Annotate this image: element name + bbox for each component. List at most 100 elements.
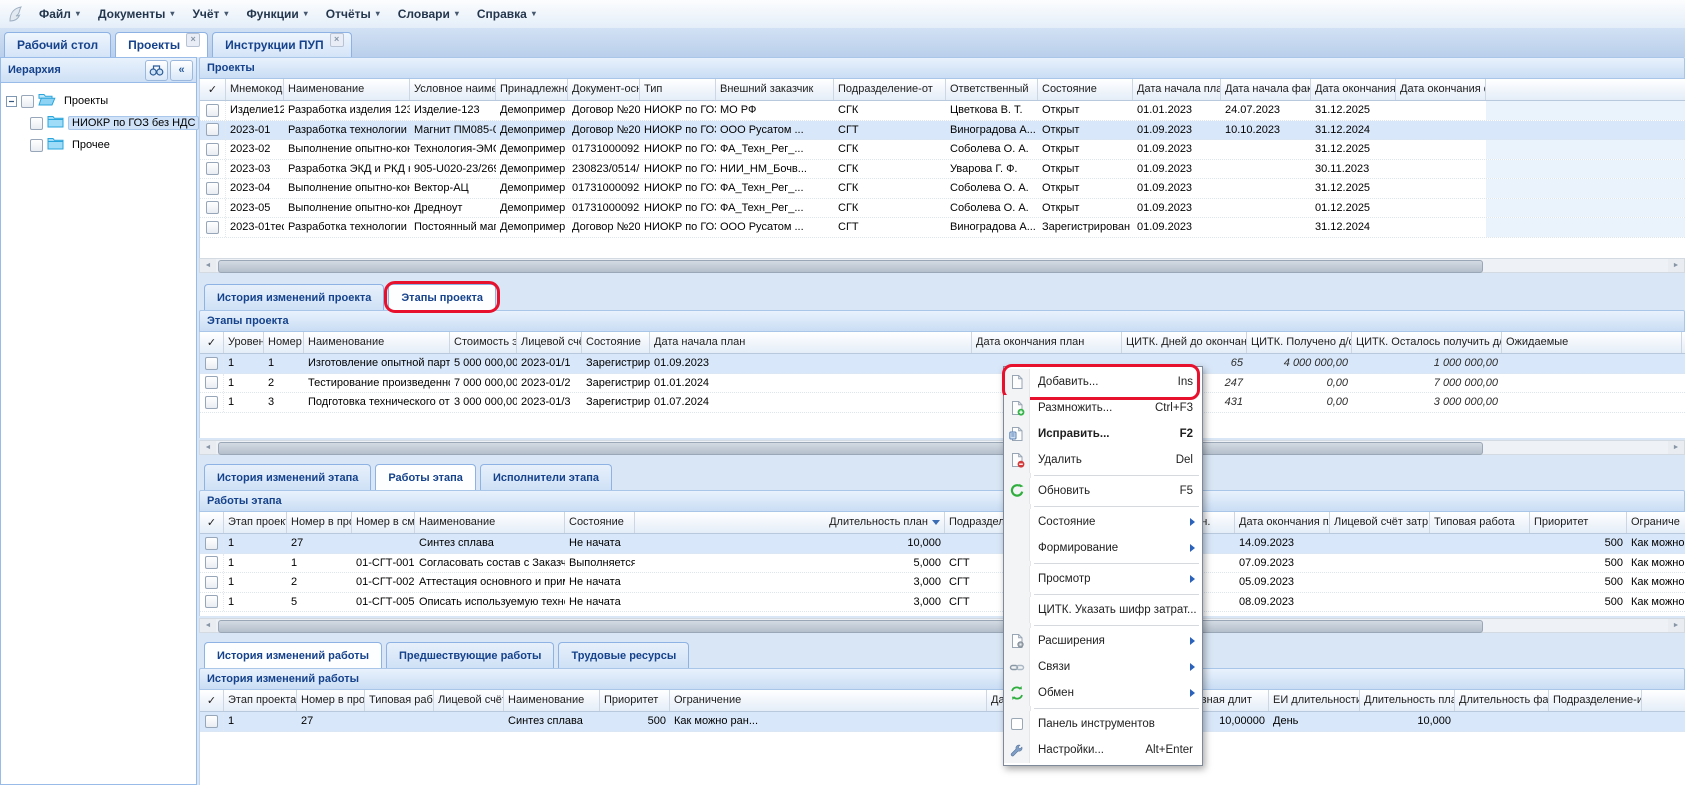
column-header[interactable]: Наименование <box>415 512 565 533</box>
column-header[interactable]: Состояние <box>582 332 650 353</box>
table-row[interactable]: Изделие123Разработка изделия 123Изделие-… <box>200 101 1685 121</box>
menu-item-2[interactable]: Исправить...F2 <box>1004 421 1202 447</box>
horizontal-scrollbar[interactable]: ◄► <box>199 258 1685 273</box>
column-header[interactable]: Стоимость этапа <box>450 332 517 353</box>
column-header[interactable]: Этап проекта <box>224 690 297 711</box>
tree-checkbox[interactable] <box>21 95 34 108</box>
scroll-left-button[interactable]: ◄ <box>200 441 216 454</box>
menu-item-7[interactable]: Состояние <box>1004 509 1202 535</box>
menu-item-19[interactable]: Настройки...Alt+Enter <box>1004 737 1202 763</box>
menu-item-14[interactable]: Расширения <box>1004 628 1202 654</box>
column-header[interactable]: Внешний заказчик <box>716 79 834 100</box>
menu-item-1[interactable]: Размножить...Ctrl+F3 <box>1004 395 1202 421</box>
menubar-item-3[interactable]: Функции▾ <box>237 3 316 25</box>
column-header[interactable]: Документ-основан <box>568 79 640 100</box>
column-header[interactable]: Номер в проекте <box>287 512 352 533</box>
column-header[interactable]: Типовая работа <box>365 690 434 711</box>
project-subtab-1[interactable]: Этапы проекта <box>388 284 496 310</box>
column-header[interactable]: Приоритет <box>1530 512 1627 533</box>
row-checkbox[interactable] <box>206 104 219 117</box>
column-header[interactable]: Лицевой счёт затрат. <box>517 332 582 353</box>
tree-expander-icon[interactable] <box>6 96 17 107</box>
stage-subtab-0[interactable]: История изменений этапа <box>204 464 371 490</box>
row-checkbox[interactable] <box>205 376 218 389</box>
column-header[interactable]: Подразделение-ис <box>1549 690 1642 711</box>
column-header[interactable]: Дата окончания план <box>1235 512 1330 533</box>
scroll-right-button[interactable]: ► <box>1668 619 1684 632</box>
table-row[interactable]: 1201-СГТ-002Аттестация основного и приме… <box>200 573 1685 593</box>
scroll-left-button[interactable]: ◄ <box>200 619 216 632</box>
column-header[interactable]: Ограниче <box>1627 512 1685 533</box>
menubar-item-6[interactable]: Справка▾ <box>468 3 545 25</box>
scrollbar-thumb[interactable] <box>218 442 1483 455</box>
row-checkbox[interactable] <box>206 182 219 195</box>
column-header[interactable]: Дата окончания ф <box>1396 79 1486 100</box>
column-header[interactable]: Состояние <box>1038 79 1133 100</box>
column-header[interactable]: Дата окончания пл <box>1311 79 1396 100</box>
column-header[interactable]: Лицевой счёт затр <box>434 690 504 711</box>
row-checkbox[interactable] <box>206 123 219 136</box>
stage-subtab-2[interactable]: Исполнители этапа <box>480 464 612 490</box>
table-row[interactable]: 13Подготовка технического отчета с ...3 … <box>200 393 1685 413</box>
scroll-right-button[interactable]: ► <box>1668 259 1684 272</box>
table-row[interactable]: 11Изготовление опытной партии ПМ0...5 00… <box>200 354 1685 374</box>
tree-item[interactable]: НИОКР по ГОЗ без НДС <box>1 112 196 134</box>
tab-close-icon[interactable]: × <box>186 33 200 47</box>
column-header[interactable]: Приоритет <box>600 690 670 711</box>
menubar-item-2[interactable]: Учёт▾ <box>183 3 237 25</box>
menubar-item-5[interactable]: Словари▾ <box>389 3 468 25</box>
column-header[interactable]: Ожидаемые <box>1502 332 1682 353</box>
column-header[interactable]: Принадлежность <box>496 79 568 100</box>
column-header[interactable]: Длительность пла <box>1360 690 1455 711</box>
column-header[interactable]: Состояние <box>565 512 635 533</box>
select-column-header[interactable]: ✓ <box>200 512 224 533</box>
column-header[interactable]: Дата окончания план <box>972 332 1122 353</box>
column-header[interactable]: Ответственный <box>946 79 1038 100</box>
stage-subtab-1[interactable]: Работы этапа <box>375 464 476 490</box>
main-tab-0[interactable]: Рабочий стол <box>4 32 111 57</box>
menu-item-8[interactable]: Формирование <box>1004 535 1202 561</box>
menubar-item-4[interactable]: Отчёты▾ <box>317 3 389 25</box>
menu-item-3[interactable]: УдалитьDel <box>1004 447 1202 473</box>
menu-item-0[interactable]: Добавить...Ins <box>1004 369 1202 395</box>
work-subtab-2[interactable]: Трудовые ресурсы <box>558 642 689 668</box>
scroll-right-button[interactable]: ► <box>1668 441 1684 454</box>
select-column-header[interactable]: ✓ <box>200 690 224 711</box>
select-column-header[interactable]: ✓ <box>200 332 224 353</box>
table-row[interactable]: 127Синтез сплаваНе начата10,00014.09.202… <box>200 534 1685 554</box>
horizontal-scrollbar[interactable]: ◄► <box>199 440 1685 455</box>
table-row[interactable]: 2023-03Разработка ЭКД и РКД н...905-U020… <box>200 160 1685 180</box>
work-subtab-1[interactable]: Предшествующие работы <box>386 642 554 668</box>
column-header[interactable]: Ограничение <box>670 690 987 711</box>
row-checkbox[interactable] <box>206 201 219 214</box>
row-checkbox[interactable] <box>206 143 219 156</box>
column-header[interactable]: Наименование <box>504 690 600 711</box>
scroll-left-button[interactable]: ◄ <box>200 259 216 272</box>
menu-item-10[interactable]: Просмотр <box>1004 566 1202 592</box>
column-header[interactable]: Подразделение-от <box>834 79 946 100</box>
row-checkbox[interactable] <box>205 357 218 370</box>
collapse-panel-button[interactable]: « <box>170 60 193 81</box>
row-checkbox[interactable] <box>205 715 218 728</box>
menu-item-12[interactable]: ЦИТК. Указать шифр затрат... <box>1004 597 1202 623</box>
tab-close-icon[interactable]: × <box>330 33 344 47</box>
column-header[interactable]: ЦИТК. Получено д/с <box>1247 332 1352 353</box>
column-header[interactable]: ЕИ длительности <box>1269 690 1360 711</box>
scrollbar-thumb[interactable] <box>218 620 1483 633</box>
column-header[interactable]: Дата начала факт. <box>1221 79 1311 100</box>
row-checkbox[interactable] <box>205 537 218 550</box>
row-checkbox[interactable] <box>205 576 218 589</box>
table-row[interactable]: 127Синтез сплава500Как можно ран...10,00… <box>200 712 1685 732</box>
column-header[interactable]: Типовая работа <box>1430 512 1530 533</box>
row-checkbox[interactable] <box>205 595 218 608</box>
menu-item-16[interactable]: Обмен <box>1004 680 1202 706</box>
menu-item-18[interactable]: Панель инструментов <box>1004 711 1202 737</box>
column-header[interactable]: Номер в смете <box>352 512 415 533</box>
tree-checkbox[interactable] <box>30 139 43 152</box>
column-header[interactable]: Мнемокод <box>226 79 284 100</box>
column-header[interactable]: Номер в проекте <box>297 690 365 711</box>
column-header[interactable]: Тип <box>640 79 716 100</box>
main-tab-2[interactable]: Инструкции ПУП× <box>212 32 351 57</box>
column-header[interactable]: ЦИТК. Дней до окончания <box>1122 332 1247 353</box>
column-header[interactable]: ЦИТК. Осталось получить д/с <box>1352 332 1502 353</box>
